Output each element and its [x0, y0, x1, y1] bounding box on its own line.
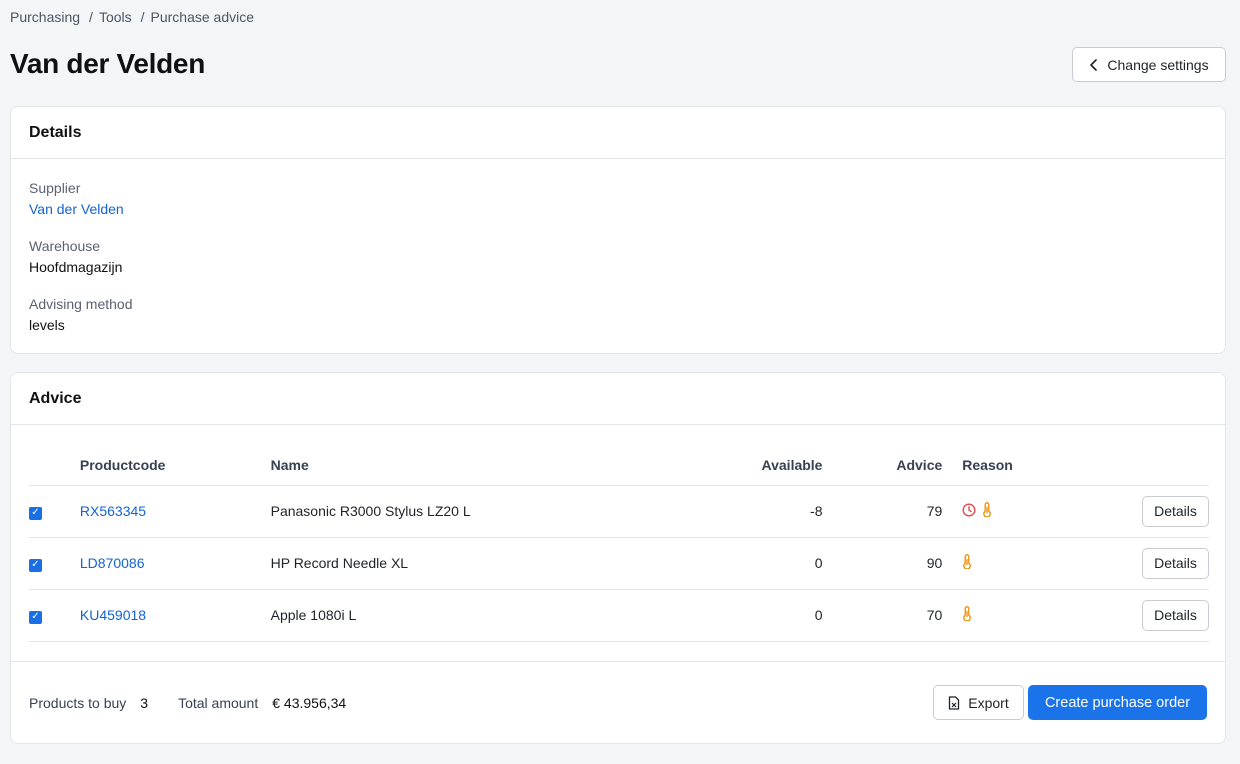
thermometer-icon [982, 502, 992, 518]
page-title: Van der Velden [10, 48, 205, 79]
column-actions [1142, 445, 1209, 486]
create-purchase-order-button[interactable]: Create purchase order [1028, 685, 1207, 720]
column-productcode[interactable]: Productcode [79, 445, 271, 486]
table-row: ✓ KU459018 Apple 1080i L 0 70 Details [29, 589, 1209, 642]
row-select-cell: ✓ [29, 537, 80, 590]
details-heading: Details [11, 107, 1225, 159]
productcode-link[interactable]: RX563345 [79, 485, 271, 538]
change-settings-button[interactable]: Change settings [1072, 47, 1226, 82]
row-select-cell: ✓ [29, 589, 80, 642]
warehouse-label: Warehouse [29, 238, 101, 254]
table-row: ✓ LD870086 HP Record Needle XL 0 90 Deta… [29, 537, 1209, 590]
reason-cell [942, 485, 1142, 538]
row-checkbox[interactable]: ✓ [29, 558, 42, 572]
supplier-label: Supplier [29, 180, 81, 196]
column-available[interactable]: Available [669, 445, 823, 486]
products-to-buy-value: 3 [140, 694, 149, 711]
available-value: 0 [669, 589, 823, 642]
total-amount-label: Total amount [178, 694, 259, 711]
table-row: ✓ RX563345 Panasonic R3000 Stylus LZ20 L… [29, 485, 1209, 538]
thermometer-icon [962, 606, 972, 621]
column-advice[interactable]: Advice [822, 445, 943, 486]
breadcrumb-item-current: Purchase advice [150, 9, 255, 25]
breadcrumb-item-tools[interactable]: Tools [99, 9, 132, 25]
product-name: HP Record Needle XL [270, 537, 670, 590]
details-card: Details Supplier Van der Velden Warehous… [10, 106, 1226, 354]
column-select [29, 445, 80, 486]
file-export-icon [949, 695, 960, 710]
advising-method-field: Advising method levels [29, 296, 133, 333]
advising-method-label: Advising method [29, 296, 133, 312]
row-actions-cell: Details [1142, 485, 1209, 538]
column-reason: Reason [942, 445, 1142, 486]
advice-value: 90 [822, 537, 943, 590]
details-button[interactable]: Details [1142, 599, 1209, 631]
row-select-cell: ✓ [29, 485, 80, 538]
supplier-link[interactable]: Van der Velden [29, 201, 124, 217]
chevron-left-icon [1090, 58, 1098, 71]
export-button[interactable]: Export [933, 685, 1024, 720]
thermometer-icon [962, 554, 972, 569]
export-label: Export [968, 694, 1009, 711]
warehouse-value: Hoofdmagazijn [29, 259, 123, 275]
advice-heading: Advice [11, 373, 1225, 425]
product-name: Apple 1080i L [270, 589, 670, 642]
breadcrumb-item-purchasing[interactable]: Purchasing [10, 9, 80, 25]
advice-table: Productcode Name Available Advice Reason… [29, 445, 1209, 642]
productcode-link[interactable]: LD870086 [79, 537, 271, 590]
advice-value: 79 [822, 485, 943, 538]
available-value: -8 [669, 485, 823, 538]
breadcrumb: Purchasing / Tools / Purchase advice [10, 9, 254, 25]
product-name: Panasonic R3000 Stylus LZ20 L [270, 485, 670, 538]
breadcrumb-separator: / [89, 9, 93, 25]
clock-icon [962, 503, 976, 517]
table-header-row: Productcode Name Available Advice Reason [29, 445, 1209, 486]
details-button[interactable]: Details [1142, 547, 1209, 579]
reason-cell [942, 589, 1142, 642]
advice-value: 70 [822, 589, 943, 642]
available-value: 0 [669, 537, 823, 590]
column-name[interactable]: Name [270, 445, 670, 486]
details-button[interactable]: Details [1142, 495, 1209, 527]
row-checkbox[interactable]: ✓ [29, 610, 42, 624]
breadcrumb-separator: / [140, 9, 145, 25]
change-settings-label: Change settings [1107, 56, 1209, 73]
supplier-field: Supplier Van der Velden [29, 180, 124, 217]
total-amount-value: € 43.956,34 [272, 694, 347, 711]
row-actions-cell: Details [1142, 537, 1209, 590]
warehouse-field: Warehouse Hoofdmagazijn [29, 238, 122, 275]
reason-cell [942, 537, 1142, 590]
advising-method-value: levels [29, 317, 65, 333]
advice-footer: Products to buy 3 Total amount € 43.956,… [11, 661, 1225, 743]
row-checkbox[interactable]: ✓ [29, 506, 42, 520]
products-to-buy-label: Products to buy [29, 694, 127, 711]
advice-card: Advice Productcode Name Available Advice… [10, 372, 1226, 744]
productcode-link[interactable]: KU459018 [79, 589, 271, 642]
row-actions-cell: Details [1142, 589, 1209, 642]
